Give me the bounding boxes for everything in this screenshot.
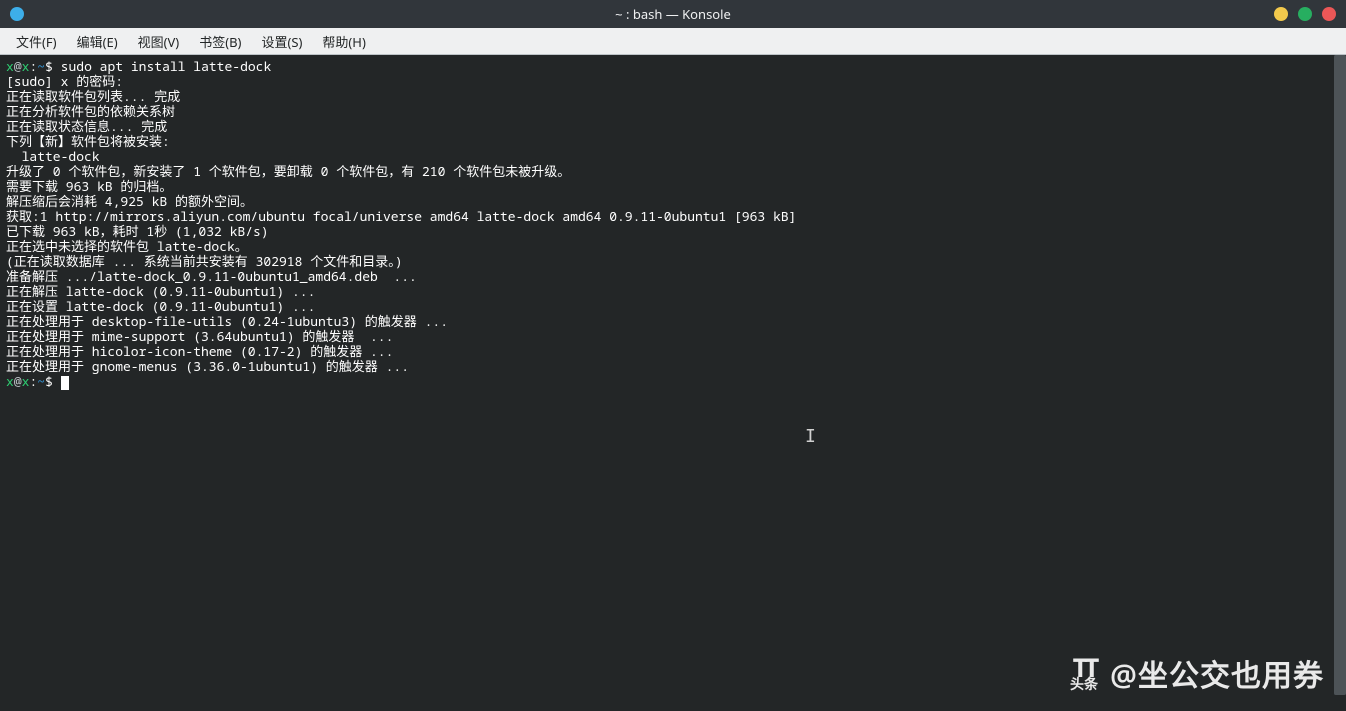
maximize-button[interactable]: [1298, 7, 1312, 21]
titlebar-left: [0, 7, 24, 21]
window-controls: [1274, 7, 1336, 21]
prompt-at: @: [14, 372, 22, 390]
prompt-path: ~: [37, 372, 45, 390]
prompt-user: x: [6, 372, 14, 390]
scrollbar-thumb[interactable]: [1334, 55, 1346, 695]
terminal-cursor-icon: [61, 376, 69, 390]
watermark-handle: @坐公交也用券: [1110, 651, 1324, 695]
app-indicator-icon: [10, 7, 24, 21]
menu-view[interactable]: 视图(V): [128, 29, 190, 54]
window-title: ~ : bash — Konsole: [615, 5, 731, 23]
menu-settings[interactable]: 设置(S): [251, 29, 312, 54]
menubar: 文件(F) 编辑(E) 视图(V) 书签(B) 设置(S) 帮助(H): [0, 28, 1346, 55]
menu-help[interactable]: 帮助(H): [312, 29, 375, 54]
terminal-output: x@x:~$ sudo apt install latte-dock [sudo…: [6, 59, 1340, 390]
menu-bookmarks[interactable]: 书签(B): [189, 29, 251, 54]
vertical-scrollbar[interactable]: [1334, 55, 1346, 695]
close-button[interactable]: [1322, 7, 1336, 21]
menu-file[interactable]: 文件(F): [6, 29, 67, 54]
minimize-button[interactable]: [1274, 7, 1288, 21]
watermark-logo-text: 头条: [1070, 678, 1098, 692]
menu-edit[interactable]: 编辑(E): [67, 29, 128, 54]
terminal-viewport[interactable]: x@x:~$ sudo apt install latte-dock [sudo…: [0, 55, 1346, 711]
prompt-ps: $: [45, 372, 61, 390]
watermark: TT 头条 @坐公交也用券: [1070, 651, 1324, 695]
watermark-logo-icon: TT 头条: [1070, 654, 1098, 692]
out-line: 正在处理用于 gnome-menus (3.36.0-1ubuntu1) 的触发…: [6, 357, 409, 375]
window-titlebar: ~ : bash — Konsole: [0, 0, 1346, 28]
